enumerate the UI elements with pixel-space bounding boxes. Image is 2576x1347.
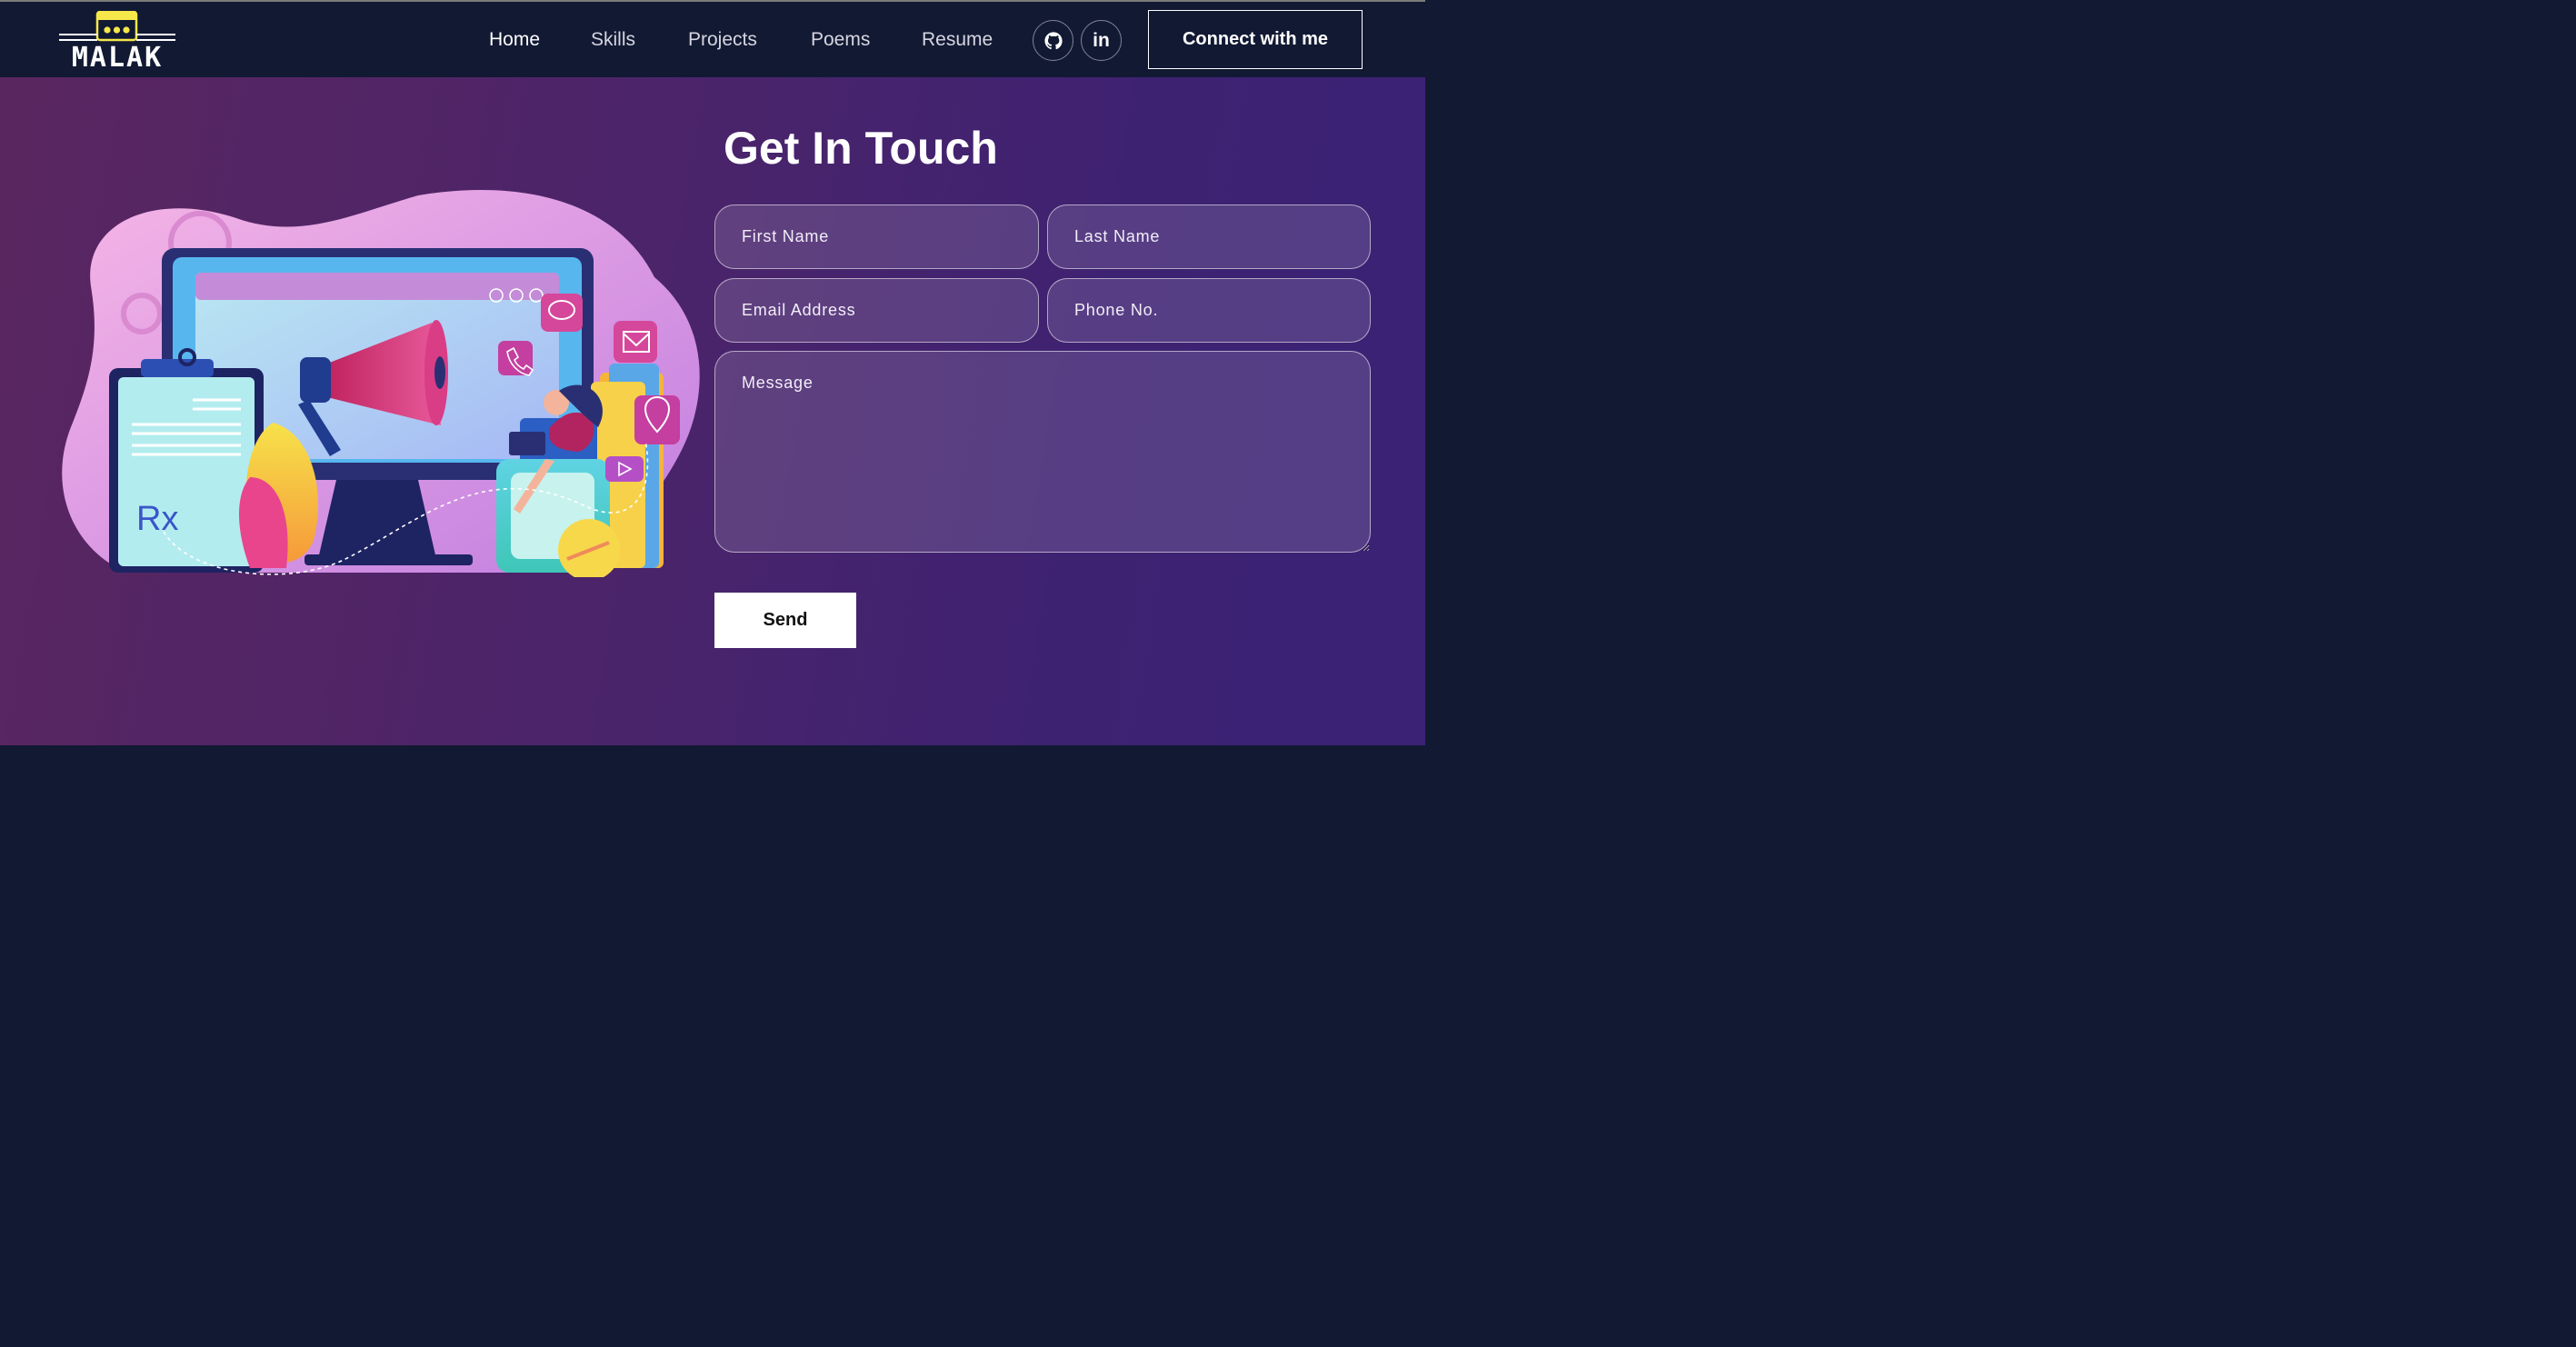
nav-link-skills[interactable]: Skills xyxy=(591,29,635,51)
play-icon xyxy=(605,456,644,482)
page-title: Get In Touch xyxy=(724,123,998,174)
email-input[interactable] xyxy=(714,278,1039,343)
linkedin-icon: in xyxy=(1093,30,1110,51)
github-link[interactable] xyxy=(1033,20,1073,61)
github-icon xyxy=(1043,31,1063,49)
connect-with-me-button[interactable]: Connect with me xyxy=(1148,10,1363,69)
phone-input[interactable] xyxy=(1047,278,1371,343)
chat-bubble-icon xyxy=(541,294,583,332)
location-pin-icon xyxy=(634,395,680,444)
contact-section: Rx Get In Touch First Name Last Name Ema… xyxy=(0,77,1425,745)
rx-symbol: Rx xyxy=(136,500,178,538)
last-name-input[interactable] xyxy=(1047,205,1371,269)
navbar: MALAK Home Skills Projects Poems Resume … xyxy=(0,2,1425,77)
site-logo[interactable]: MALAK xyxy=(57,11,177,73)
first-name-input[interactable] xyxy=(714,205,1039,269)
message-textarea[interactable] xyxy=(714,351,1371,553)
nav-link-home[interactable]: Home xyxy=(489,29,540,51)
nav-link-projects[interactable]: Projects xyxy=(688,29,757,51)
mail-icon xyxy=(614,321,657,363)
phone-icon xyxy=(498,341,534,376)
nav-link-resume[interactable]: Resume xyxy=(922,29,993,51)
contact-illustration: Rx xyxy=(62,190,700,577)
nav-link-poems[interactable]: Poems xyxy=(811,29,870,51)
clipboard-icon: Rx xyxy=(109,348,264,573)
send-button[interactable]: Send xyxy=(714,593,856,648)
linkedin-link[interactable]: in xyxy=(1081,20,1122,61)
logo-text: MALAK xyxy=(71,42,164,74)
